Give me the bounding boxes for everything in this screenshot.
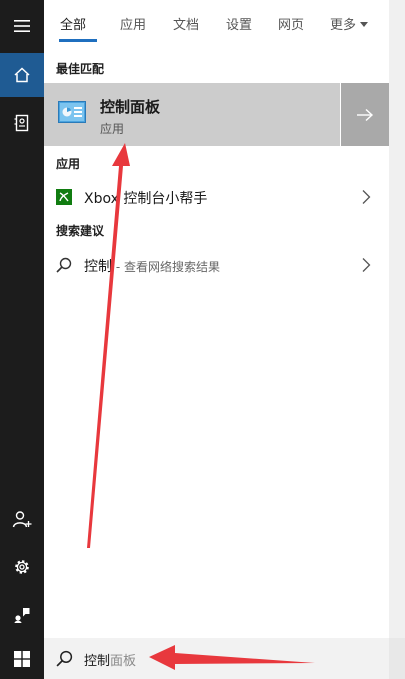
home-button[interactable] bbox=[0, 53, 44, 97]
caret-down-icon bbox=[360, 22, 369, 27]
left-rail bbox=[0, 0, 44, 638]
notebook-button[interactable] bbox=[0, 101, 44, 145]
list-item[interactable]: Xbox 控制台小帮手 bbox=[44, 180, 389, 214]
arrow-right-icon bbox=[357, 108, 374, 121]
filter-tabs: 全部 应用 文档 设置 网页 更多 bbox=[44, 0, 389, 44]
suggestion-query: 控制 bbox=[84, 259, 112, 275]
hamburger-menu-button[interactable] bbox=[0, 4, 44, 48]
search-input[interactable]: 控制面板 bbox=[44, 638, 389, 679]
scrollbar[interactable] bbox=[389, 0, 405, 638]
hamburger-menu-icon bbox=[14, 20, 30, 32]
tab-settings[interactable]: 设置 bbox=[226, 14, 252, 33]
open-button[interactable] bbox=[341, 83, 389, 146]
search-query: 控制面板 bbox=[84, 650, 136, 669]
search-icon bbox=[56, 257, 72, 273]
search-typed: 控制 bbox=[84, 654, 111, 669]
add-user-icon bbox=[12, 511, 32, 528]
apps-heading: 应用 bbox=[56, 157, 81, 171]
suggestion-text: 控制 - 查看网络搜索结果 bbox=[84, 256, 220, 276]
search-icon bbox=[56, 650, 73, 667]
suggestions-heading: 搜索建议 bbox=[56, 224, 105, 238]
active-tab-indicator bbox=[59, 39, 97, 42]
tab-documents[interactable]: 文档 bbox=[173, 14, 199, 33]
best-match-subtitle: 应用 bbox=[100, 122, 125, 136]
best-match-title: 控制面板 bbox=[100, 98, 161, 116]
notebook-icon bbox=[14, 114, 29, 132]
search-results-panel: 全部 应用 文档 设置 网页 更多 最佳匹配 控制面板 应用 应用 Xbox 控… bbox=[44, 0, 389, 638]
tab-more-label: 更多 bbox=[330, 18, 357, 33]
xbox-icon bbox=[56, 189, 72, 205]
tab-all[interactable]: 全部 bbox=[60, 14, 86, 33]
search-autocomplete: 面板 bbox=[110, 654, 137, 669]
suggestion-detail: - 查看网络搜索结果 bbox=[112, 260, 220, 274]
start-button[interactable] bbox=[0, 638, 44, 679]
taskbar: 控制面板 bbox=[0, 638, 405, 679]
settings-button[interactable] bbox=[0, 545, 44, 589]
add-user-button[interactable] bbox=[0, 497, 44, 541]
tab-more[interactable]: 更多 bbox=[330, 14, 369, 33]
control-panel-icon bbox=[58, 101, 86, 123]
gear-icon bbox=[15, 560, 29, 574]
list-item[interactable]: 控制 - 查看网络搜索结果 bbox=[44, 248, 389, 282]
tab-web[interactable]: 网页 bbox=[278, 14, 304, 33]
chevron-right-icon bbox=[362, 258, 371, 272]
best-match-heading: 最佳匹配 bbox=[56, 62, 105, 76]
chevron-right-icon bbox=[362, 190, 371, 204]
feedback-button[interactable] bbox=[0, 593, 44, 637]
app-name: Xbox 控制台小帮手 bbox=[84, 191, 208, 207]
home-icon bbox=[14, 67, 30, 83]
windows-logo-icon bbox=[14, 650, 30, 667]
tab-apps[interactable]: 应用 bbox=[120, 14, 146, 33]
feedback-icon bbox=[14, 608, 30, 623]
best-match-result[interactable]: 控制面板 应用 bbox=[44, 83, 340, 146]
